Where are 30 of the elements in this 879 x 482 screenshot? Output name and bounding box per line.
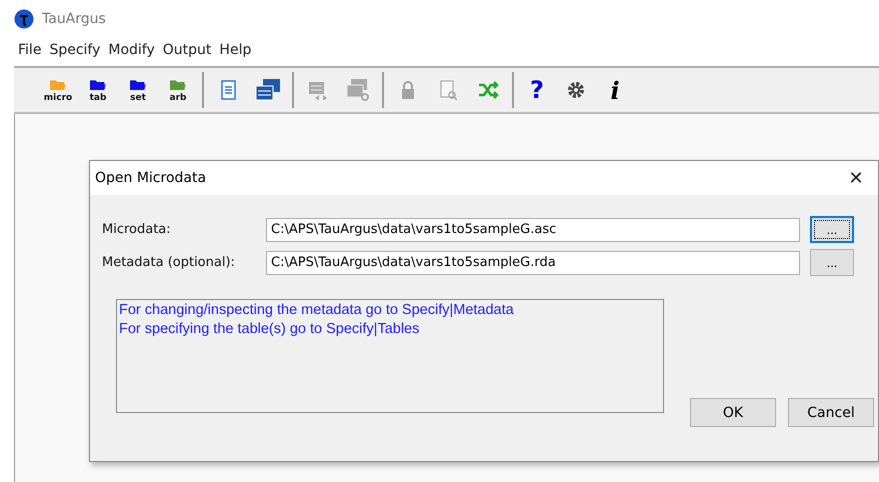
path-field[interactable]: C:\APS\TauArgus\data\vars1to5sampleG.rda [266, 250, 800, 274]
window-title: TauArgus [42, 11, 106, 27]
menu-item[interactable]: Output [162, 42, 212, 58]
open-folder-button[interactable]: tab [82, 73, 114, 107]
table-link-icon [345, 78, 371, 102]
dialog-title: Open Microdata [95, 170, 206, 186]
path-field[interactable]: C:\APS\TauArgus\data\vars1to5sampleG.asc [266, 218, 800, 242]
gear-icon [565, 80, 587, 100]
help-button[interactable]: ? [522, 73, 552, 107]
field-label: Microdata: [102, 222, 172, 237]
open-folder-button[interactable]: set [122, 73, 154, 107]
field-label: Metadata (optional): [102, 255, 236, 270]
menu-item[interactable]: Modify [108, 42, 155, 58]
shuffle-icon [477, 80, 499, 100]
menu-item[interactable]: Specify [49, 42, 100, 58]
message-text: For specifying the table(s) go to Specify|Tables [119, 320, 420, 339]
ok-button[interactable]: OK [690, 398, 776, 427]
table-arrow-icon [307, 80, 329, 100]
close-button[interactable]: ✕ [844, 166, 868, 190]
windows-icon [255, 78, 281, 102]
menu-item[interactable]: File [18, 42, 42, 58]
message-text: For changing/inspecting the metadata go to Specify|Metadata [119, 301, 515, 320]
info-button[interactable]: i [600, 73, 630, 107]
open-folder-button[interactable]: micro [42, 73, 74, 107]
open-folder-button[interactable]: arb [162, 73, 194, 107]
app-logo-icon [14, 9, 34, 29]
browse-button[interactable]: ... [810, 216, 854, 243]
cancel-button[interactable]: Cancel [788, 398, 874, 427]
menu-item[interactable]: Help [219, 42, 252, 58]
browse-button[interactable]: ... [810, 249, 854, 276]
